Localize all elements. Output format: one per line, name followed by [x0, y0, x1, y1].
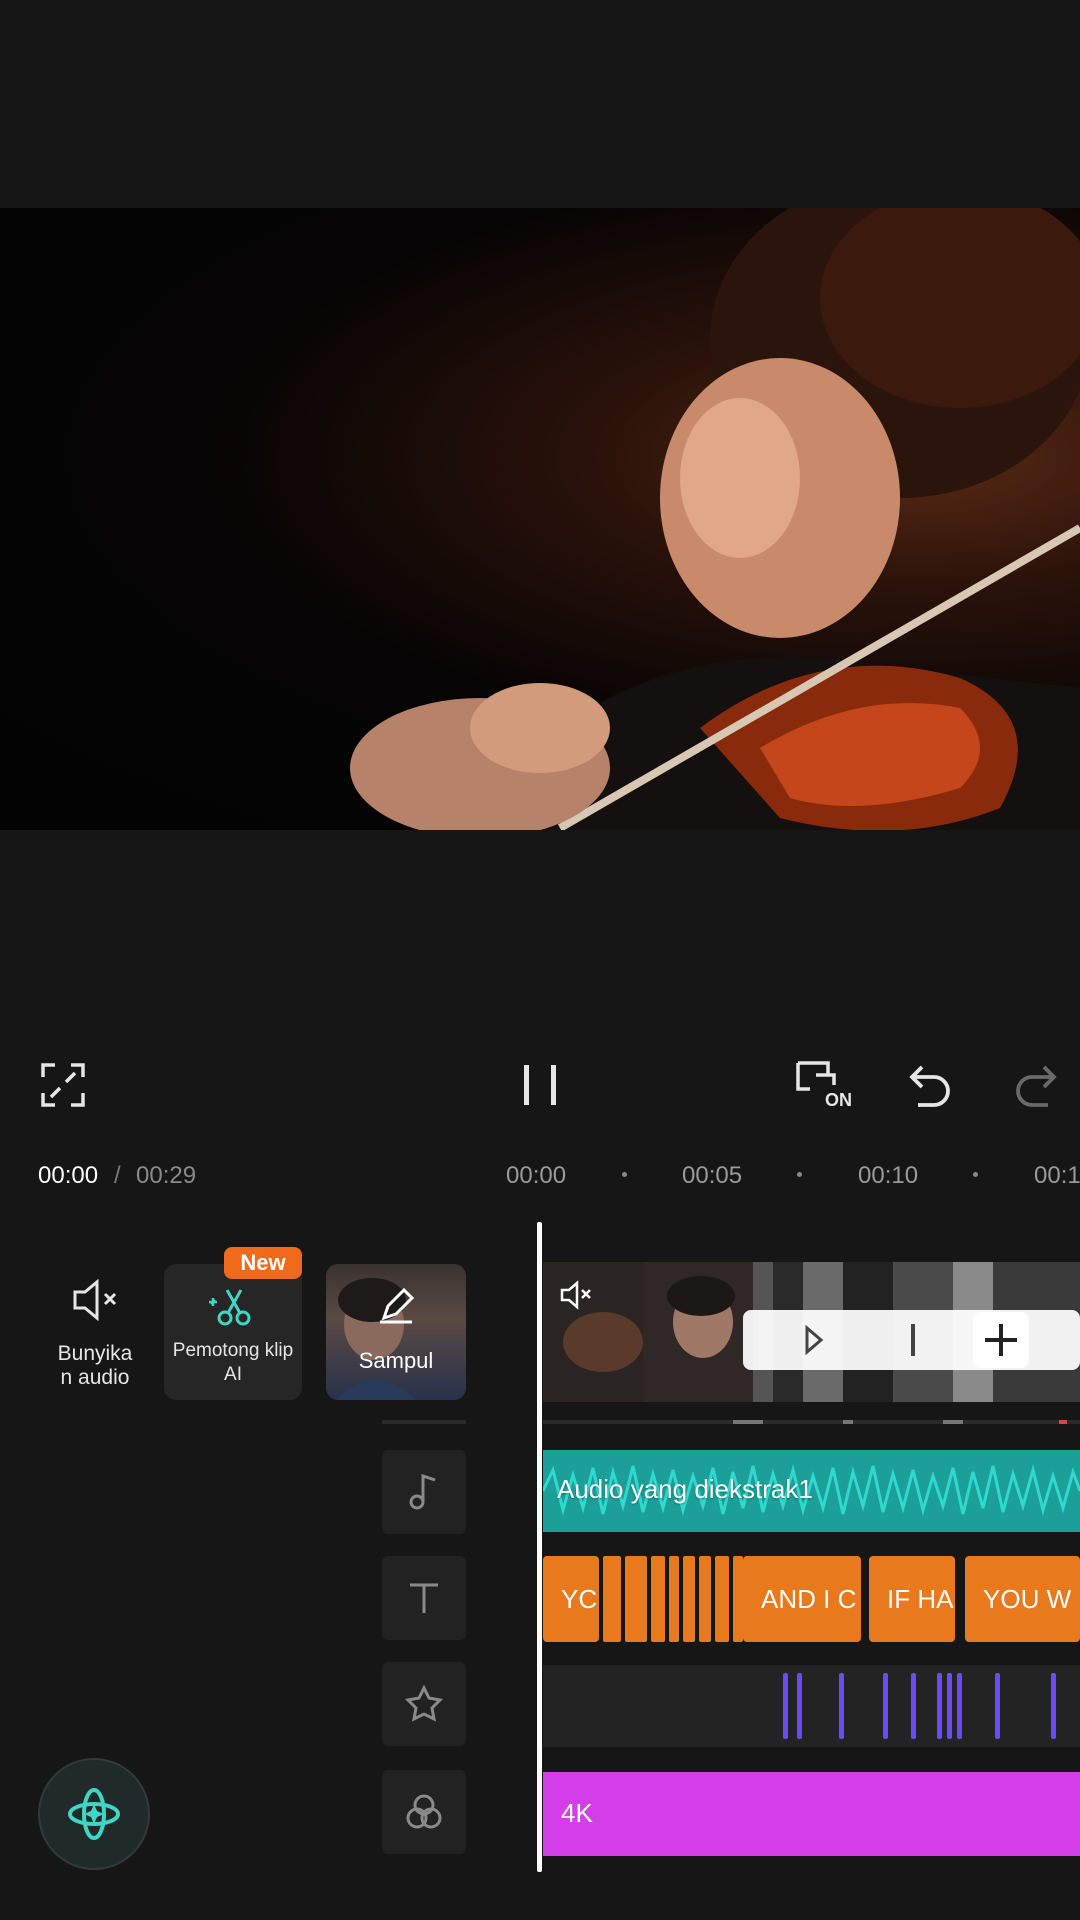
ai-assistant-button[interactable]: [38, 1758, 150, 1870]
add-clip-button[interactable]: [973, 1312, 1029, 1368]
ruler-tick: 00:00: [506, 1162, 567, 1189]
time-row: 00:00 / 00:29 00:00 00:05 00:10 00:1: [0, 1150, 1080, 1198]
divider: [382, 1420, 466, 1424]
audio-track[interactable]: Audio yang diekstrak1: [543, 1450, 1080, 1532]
effect-marker[interactable]: [947, 1673, 952, 1739]
current-time: 00:00: [38, 1162, 99, 1189]
preview-bottom-area: [0, 830, 1080, 1030]
ruler-tick: 00:1: [1034, 1162, 1080, 1189]
speaker-mute-icon: [73, 1278, 117, 1322]
violinist-frame: [350, 208, 1080, 830]
filter-track[interactable]: 4K: [543, 1772, 1080, 1856]
text-clip[interactable]: IF HA: [869, 1556, 955, 1642]
play-clip-icon[interactable]: [803, 1324, 825, 1356]
ruler-tick: 00:10: [858, 1162, 919, 1189]
filter-clip-label: 4K: [561, 1798, 593, 1828]
timeline[interactable]: Audio yang diekstrak1 YC AND I C IF HA Y…: [540, 1220, 1080, 1870]
clip-popup-menu: [743, 1310, 1080, 1370]
text-clip-sliver[interactable]: [733, 1556, 743, 1642]
track-mute-icon[interactable]: [559, 1280, 593, 1315]
ai-clip-cutter[interactable]: Pemotong klip AI: [160, 1284, 306, 1387]
effect-marker[interactable]: [995, 1673, 1000, 1739]
text-clip-sliver[interactable]: [699, 1556, 711, 1642]
cover-button[interactable]: Sampul: [326, 1264, 466, 1400]
text-clip-sliver[interactable]: [651, 1556, 665, 1642]
video-preview[interactable]: [0, 208, 1080, 830]
cover-thumbnail: [336, 1278, 416, 1400]
fullscreen-icon[interactable]: [28, 1050, 98, 1120]
text-clip-sliver[interactable]: [603, 1556, 621, 1642]
effect-marker[interactable]: [911, 1673, 916, 1739]
keyframe-on-label: ON: [825, 1090, 852, 1110]
video-track[interactable]: [543, 1262, 1080, 1402]
scissors-ai-icon: [209, 1289, 251, 1326]
playback-controls: ON: [0, 1030, 1080, 1140]
ruler-dot: [622, 1172, 627, 1177]
effect-marker[interactable]: [797, 1673, 802, 1739]
ruler-dot: [797, 1172, 802, 1177]
effect-marker[interactable]: [1051, 1673, 1056, 1739]
ruler-dot: [973, 1172, 978, 1177]
ai-cutter-label-line1: Pemotong klip: [172, 1340, 294, 1361]
effect-marker[interactable]: [839, 1673, 844, 1739]
text-track[interactable]: YC AND I C IF HA YOU W: [543, 1556, 1080, 1642]
text-clip-sliver[interactable]: [669, 1556, 679, 1642]
text-clip[interactable]: YOU W: [965, 1556, 1080, 1642]
effect-marker[interactable]: [783, 1673, 788, 1739]
audio-track-label: Audio yang diekstrak1: [557, 1474, 813, 1504]
pause-icon[interactable]: [505, 1050, 575, 1120]
plus-icon: [985, 1324, 1017, 1356]
ruler-tick: 00:05: [682, 1162, 743, 1189]
text-clip[interactable]: AND I C: [743, 1556, 861, 1642]
new-badge: New: [224, 1247, 302, 1279]
playhead[interactable]: [537, 1222, 542, 1872]
text-clip-sliver[interactable]: [683, 1556, 695, 1642]
text-clip-sliver[interactable]: [715, 1556, 729, 1642]
undo-icon[interactable]: [896, 1050, 966, 1120]
effect-marker[interactable]: [937, 1673, 942, 1739]
text-clip[interactable]: YC: [543, 1556, 599, 1642]
pencil-icon: [380, 1287, 415, 1324]
cover-label: Sampul: [358, 1348, 434, 1373]
text-icon[interactable]: [382, 1556, 466, 1640]
text-clip-sliver[interactable]: [625, 1556, 647, 1642]
ai-orbit-icon: [68, 1788, 120, 1840]
filters-icon[interactable]: [382, 1770, 466, 1854]
mute-label-line2: n audio: [60, 1366, 130, 1389]
split-marker-icon[interactable]: [911, 1324, 915, 1356]
effect-marker[interactable]: [883, 1673, 888, 1739]
music-note-icon[interactable]: [382, 1450, 466, 1534]
redo-icon[interactable]: [1000, 1050, 1070, 1120]
preview-top-area: [0, 0, 1080, 208]
effect-marker[interactable]: [957, 1673, 962, 1739]
time-separator: /: [114, 1162, 121, 1189]
keyframe-toggle-icon[interactable]: ON: [785, 1050, 865, 1120]
ai-cutter-label-line2: AI: [224, 1364, 242, 1385]
effect-track[interactable]: [543, 1665, 1080, 1747]
total-time: 00:29: [136, 1162, 197, 1189]
effects-star-icon[interactable]: [382, 1662, 466, 1746]
mute-audio-button[interactable]: Bunyika n audio: [40, 1278, 150, 1390]
mute-label-line1: Bunyika: [57, 1342, 133, 1365]
marker-strip: [543, 1420, 1080, 1424]
